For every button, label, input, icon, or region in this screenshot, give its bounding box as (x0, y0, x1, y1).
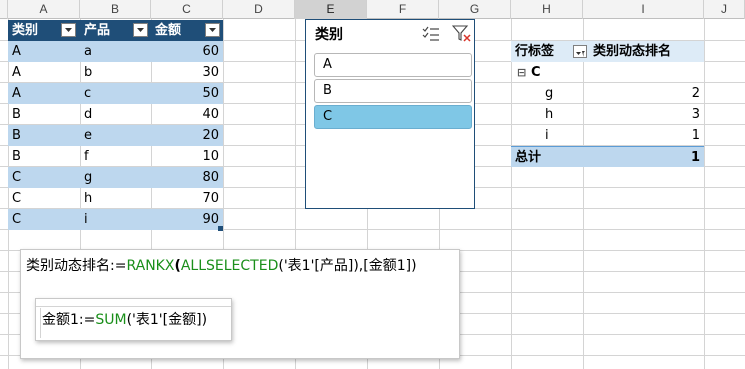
dax-formula-rank: 类别动态排名:=RANKX(ALLSELECTED('表1'[产品]),[金额1… (26, 255, 417, 275)
table-cell[interactable]: 80 (151, 167, 223, 188)
header-label: 类别 (12, 23, 39, 38)
pivot-group-row[interactable]: ⊟ C (511, 62, 704, 83)
pivot-data-row[interactable]: g 2 (511, 83, 704, 104)
column-header-c[interactable]: C (151, 0, 223, 19)
filter-dropdown-icon[interactable] (133, 23, 148, 37)
column-header-bar: A B C D E F G H I J (0, 0, 745, 19)
table-cell[interactable]: a (80, 41, 151, 62)
slicer-category[interactable]: 类别 A B C (305, 19, 475, 209)
column-header-f[interactable]: F (367, 0, 439, 19)
table-cell[interactable]: d (80, 104, 151, 125)
measure-name: 金额1:= (42, 312, 96, 328)
group-label: C (531, 65, 541, 80)
table-cell[interactable]: C (8, 209, 80, 230)
clear-filter-icon[interactable] (451, 25, 472, 47)
pivot-header-row: 行标签 类别动态排名 (511, 41, 704, 62)
value-field-header[interactable]: 类别动态排名 (593, 41, 671, 62)
dax-arguments: ('表1'[产品]),[金额1]) (278, 258, 417, 274)
column-header-j[interactable]: J (704, 0, 745, 19)
table-cell[interactable]: B (8, 125, 80, 146)
table-header-amount[interactable]: 金额 (151, 20, 223, 41)
header-label: 产品 (84, 23, 111, 38)
table-cell[interactable]: B (8, 104, 80, 125)
pivot-data-row[interactable]: i 1 (511, 125, 704, 146)
divider (36, 306, 231, 307)
row-value: 3 (691, 107, 700, 122)
table-cell[interactable]: C (8, 188, 80, 209)
divider (40, 308, 41, 338)
column-header-h[interactable]: H (511, 0, 583, 19)
row-label: i (545, 128, 549, 143)
table-cell[interactable]: A (8, 41, 80, 62)
dax-arguments: ('表1'[金额]) (126, 312, 208, 328)
row-labels-header[interactable]: 行标签 (515, 41, 554, 62)
row-value: 2 (691, 86, 700, 101)
column-header-b[interactable]: B (80, 0, 151, 19)
row-label: h (545, 107, 554, 122)
filter-dropdown-icon[interactable] (61, 23, 76, 37)
dax-function: RANKX (126, 258, 175, 274)
table-cell[interactable]: 60 (151, 41, 223, 62)
dax-function: SUM (95, 312, 127, 328)
table-header-product[interactable]: 产品 (80, 20, 151, 41)
collapse-icon[interactable]: ⊟ (517, 62, 526, 83)
table-cell[interactable]: 50 (151, 83, 223, 104)
table-cell[interactable]: 20 (151, 125, 223, 146)
table-cell[interactable]: C (8, 167, 80, 188)
table-cell[interactable]: b (80, 62, 151, 83)
slicer-title: 类别 (315, 27, 343, 43)
row-label: g (545, 86, 554, 101)
grand-total-label: 总计 (515, 150, 542, 165)
measure-name: 类别动态排名:= (26, 258, 127, 274)
filter-dropdown-icon[interactable] (205, 23, 220, 37)
column-header-d[interactable]: D (223, 0, 295, 19)
table-cell[interactable]: e (80, 125, 151, 146)
pivot-grand-total-row[interactable]: 总计 1 (511, 146, 704, 167)
column-header-i[interactable]: I (583, 0, 704, 19)
table-cell[interactable]: 40 (151, 104, 223, 125)
table-header-category[interactable]: 类别 (8, 20, 80, 41)
table-cell[interactable]: A (8, 62, 80, 83)
pivot-data-row[interactable]: h 3 (511, 104, 704, 125)
table-cell[interactable]: h (80, 188, 151, 209)
filter-applied-icon[interactable] (573, 45, 587, 58)
select-all-corner[interactable] (0, 0, 8, 19)
table-cell[interactable]: 70 (151, 188, 223, 209)
row-value: 1 (691, 128, 700, 143)
slicer-item-c[interactable]: C (314, 105, 472, 129)
table-cell[interactable]: f (80, 146, 151, 167)
slicer-item-a[interactable]: A (314, 53, 472, 77)
table-cell[interactable]: 90 (151, 209, 223, 230)
dax-function: ALLSELECTED (180, 258, 279, 274)
table-cell[interactable]: A (8, 83, 80, 104)
table-cell[interactable]: g (80, 167, 151, 188)
table-cell[interactable]: c (80, 83, 151, 104)
table-cell[interactable]: i (80, 209, 151, 230)
table-resize-handle[interactable] (218, 226, 223, 231)
table-cell[interactable]: 10 (151, 146, 223, 167)
header-label: 金额 (155, 23, 182, 38)
table-cell[interactable]: B (8, 146, 80, 167)
column-header-a[interactable]: A (8, 0, 80, 19)
measure-definition-sum[interactable]: 金额1:=SUM('表1'[金额]) (35, 298, 232, 341)
column-header-e[interactable]: E (295, 0, 367, 19)
grand-total-value: 1 (690, 150, 700, 165)
table-cell[interactable]: 30 (151, 62, 223, 83)
column-header-g[interactable]: G (439, 0, 511, 19)
slicer-item-b[interactable]: B (314, 79, 472, 103)
worksheet[interactable]: A B C D E F G H I J 类别 产品 金额 A a 60 A b … (0, 0, 745, 369)
dax-formula-sum: 金额1:=SUM('表1'[金额]) (42, 309, 207, 329)
multi-select-icon[interactable] (422, 26, 440, 46)
